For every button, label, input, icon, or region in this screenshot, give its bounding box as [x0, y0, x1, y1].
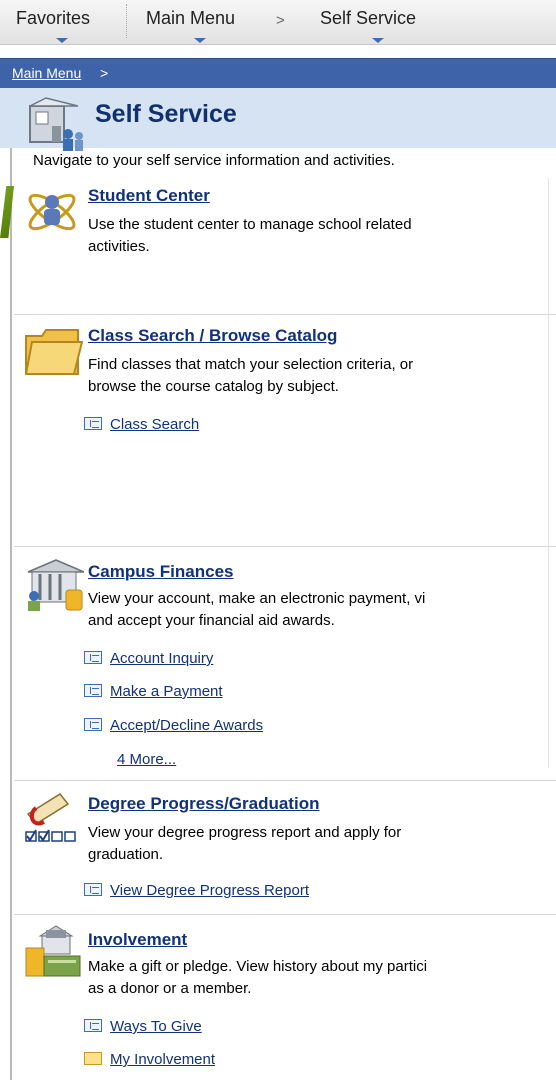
- student-center-description: Use the student center to manage school …: [88, 216, 412, 255]
- page-description: Navigate to your self service informatio…: [33, 152, 395, 169]
- section-student-center: Student Center Use the student center to…: [14, 178, 556, 312]
- section-divider: [14, 780, 556, 781]
- nav-main-menu[interactable]: Main Menu: [146, 8, 235, 29]
- campus-finances-description: View your account, make an electronic pa…: [88, 590, 426, 629]
- nav-favorites[interactable]: Favorites: [16, 8, 90, 29]
- make-a-payment-link[interactable]: Make a Payment: [84, 683, 223, 700]
- section-divider: [14, 314, 556, 315]
- class-search-description: Find classes that match your selection c…: [88, 356, 414, 395]
- more-links[interactable]: 4 More...: [117, 751, 176, 768]
- self-service-dropdown-icon[interactable]: [372, 38, 384, 43]
- section-divider: [14, 546, 556, 547]
- student-center-link[interactable]: Student Center: [88, 186, 210, 206]
- breadcrumb-separator: >: [100, 65, 109, 81]
- section-class-search: Class Search / Browse Catalog Find class…: [14, 316, 556, 544]
- section-involvement: Involvement Make a gift or pledge. View …: [14, 916, 556, 1080]
- class-search-browse-catalog-link[interactable]: Class Search / Browse Catalog: [88, 326, 337, 346]
- page-icon: [84, 883, 102, 896]
- top-navigation: Favorites Main Menu > Self Service: [0, 0, 556, 45]
- page-icon: [84, 684, 102, 697]
- favorites-dropdown-icon[interactable]: [56, 38, 68, 43]
- degree-progress-description: View your degree progress report and app…: [88, 824, 402, 863]
- bank-icon: [27, 559, 84, 611]
- main-menu-dropdown-icon[interactable]: [194, 38, 206, 43]
- degree-progress-graduation-link[interactable]: Degree Progress/Graduation: [88, 794, 319, 814]
- section-divider: [14, 914, 556, 915]
- class-search-link[interactable]: Class Search: [84, 416, 199, 433]
- ways-to-give-link[interactable]: Ways To Give: [84, 1018, 202, 1035]
- nav-chevron-icon: >: [276, 12, 285, 29]
- page-icon: [84, 417, 102, 430]
- involvement-description: Make a gift or pledge. View history abou…: [88, 958, 428, 997]
- left-border: [10, 148, 12, 1080]
- my-involvement-link[interactable]: My Involvement: [84, 1051, 215, 1068]
- section-campus-finances: Campus Finances View your account, make …: [14, 548, 556, 778]
- diploma-icon: [25, 793, 76, 842]
- accept-decline-awards-link[interactable]: Accept/Decline Awards: [84, 717, 263, 734]
- section-degree-progress: Degree Progress/Graduation View your deg…: [14, 782, 556, 912]
- nav-self-service[interactable]: Self Service: [320, 8, 416, 29]
- involvement-link[interactable]: Involvement: [88, 930, 187, 950]
- page-icon: [84, 1019, 102, 1032]
- breadcrumb: Main Menu >: [0, 58, 556, 89]
- account-inquiry-link[interactable]: Account Inquiry: [84, 650, 213, 667]
- page-icon: [84, 651, 102, 664]
- student-center-icon: [28, 193, 76, 231]
- breadcrumb-main-menu-link[interactable]: Main Menu: [12, 65, 81, 81]
- campus-finances-link[interactable]: Campus Finances: [88, 562, 234, 582]
- page-title: Self Service: [95, 100, 237, 128]
- folder-icon: [24, 329, 84, 375]
- self-service-icon: [29, 97, 83, 151]
- involvement-icon: [25, 925, 81, 977]
- view-degree-progress-report-link[interactable]: View Degree Progress Report: [84, 882, 309, 899]
- nav-divider: [126, 4, 127, 38]
- page-icon: [84, 718, 102, 731]
- folder-icon: [84, 1052, 102, 1065]
